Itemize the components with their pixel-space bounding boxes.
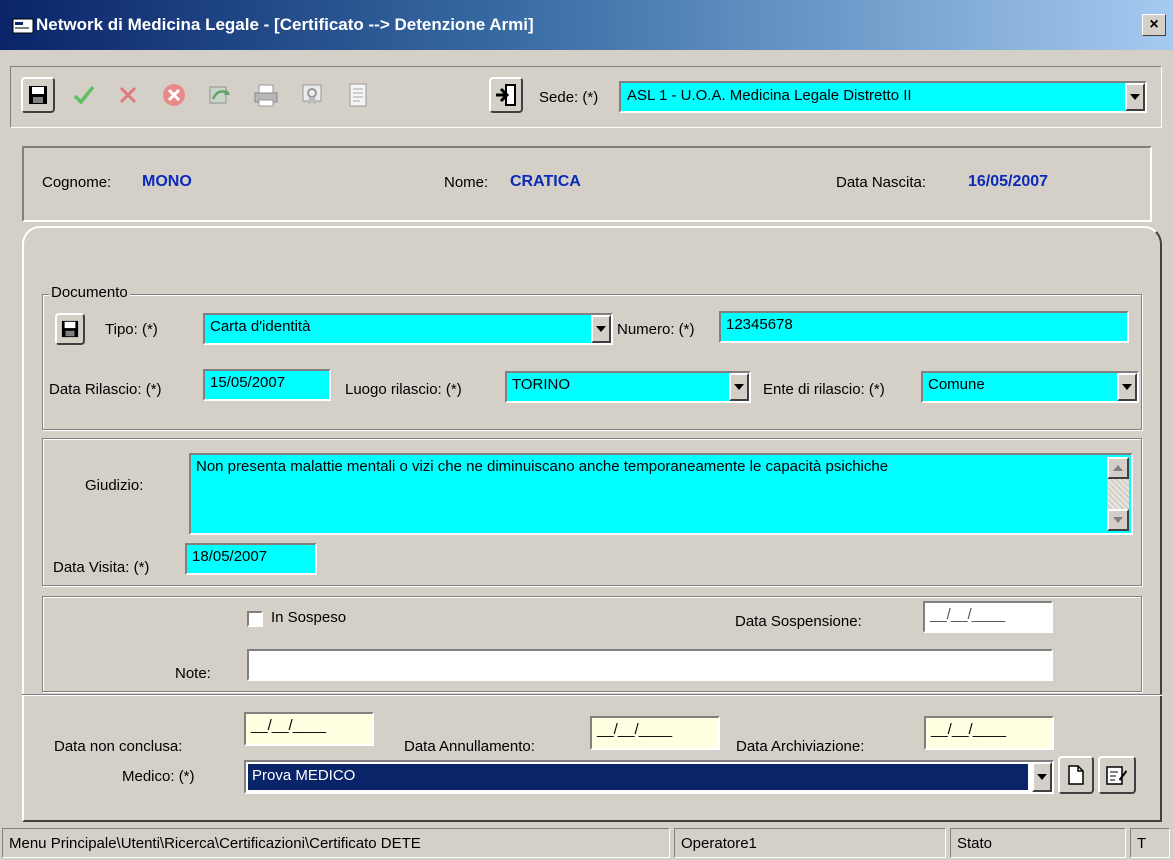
data-sospensione-input[interactable]: __/__/____ bbox=[923, 601, 1053, 633]
data-non-conclusa-label: Data non conclusa: bbox=[54, 738, 183, 755]
document-icon bbox=[349, 83, 367, 107]
data-rilascio-input[interactable]: 15/05/2007 bbox=[203, 369, 331, 401]
sede-label: Sede: (*) bbox=[539, 89, 599, 106]
chevron-down-icon bbox=[596, 326, 606, 332]
in-sospeso-label: In Sospeso bbox=[271, 609, 347, 626]
status-extra: T bbox=[1130, 828, 1170, 858]
chevron-down-icon bbox=[734, 384, 744, 390]
cognome-value: MONO bbox=[142, 173, 192, 190]
certificate-icon bbox=[302, 84, 322, 105]
scroll-up-button[interactable] bbox=[1107, 457, 1129, 479]
exit-button[interactable] bbox=[489, 77, 523, 113]
numero-label: Numero: (*) bbox=[617, 321, 695, 338]
ente-rilascio-value: Comune bbox=[928, 376, 985, 393]
data-archiviazione-input[interactable]: __/__/____ bbox=[924, 716, 1054, 750]
delete-circle-icon bbox=[163, 84, 185, 106]
cognome-label: Cognome: bbox=[42, 174, 112, 191]
luogo-rilascio-select[interactable]: TORINO bbox=[505, 371, 751, 403]
data-sospensione-label: Data Sospensione: bbox=[735, 613, 862, 630]
medico-dropdown-button[interactable] bbox=[1032, 762, 1052, 792]
cancel-x-icon bbox=[119, 86, 137, 104]
refresh-icon bbox=[209, 86, 230, 104]
data-visita-label: Data Visita: (*) bbox=[53, 559, 150, 576]
toolbar: Sede: (*) ASL 1 - U.O.A. Medicina Legale… bbox=[10, 66, 1162, 128]
data-rilascio-label: Data Rilascio: (*) bbox=[49, 381, 162, 398]
new-medico-button[interactable] bbox=[1058, 756, 1094, 794]
chevron-up-icon bbox=[1113, 465, 1123, 471]
nome-value: CRATICA bbox=[510, 173, 581, 190]
chevron-down-icon bbox=[1122, 384, 1132, 390]
data-annullamento-label: Data Annullamento: bbox=[404, 738, 535, 755]
status-bar: Menu Principale\Utenti\Ricerca\Certifica… bbox=[0, 826, 1173, 860]
medico-value: Prova MEDICO bbox=[248, 764, 1028, 790]
cancel-button[interactable] bbox=[111, 77, 145, 113]
tipo-value: Carta d'identità bbox=[210, 318, 311, 335]
save-button[interactable] bbox=[21, 77, 55, 113]
luogo-dropdown-button[interactable] bbox=[729, 373, 749, 401]
giudizio-text: Non presenta malattie mentali o vizi che… bbox=[196, 458, 889, 475]
medico-select[interactable]: Prova MEDICO bbox=[244, 760, 1054, 794]
luogo-rilascio-label: Luogo rilascio: (*) bbox=[345, 381, 462, 398]
documento-group: Documento Tipo: (*) Carta d'identità Num… bbox=[42, 284, 1142, 430]
ente-rilascio-label: Ente di rilascio: (*) bbox=[763, 381, 885, 398]
certificate-panel: Documento Tipo: (*) Carta d'identità Num… bbox=[22, 226, 1162, 822]
sospensione-group: In Sospeso Data Sospensione: __/__/____ … bbox=[42, 596, 1142, 692]
sede-dropdown-button[interactable] bbox=[1125, 83, 1145, 111]
ente-dropdown-button[interactable] bbox=[1117, 373, 1137, 401]
giudizio-textarea[interactable]: Non presenta malattie mentali o vizi che… bbox=[189, 453, 1133, 535]
numero-input[interactable]: 12345678 bbox=[719, 311, 1129, 343]
save-icon bbox=[29, 86, 47, 104]
in-sospeso-checkbox[interactable] bbox=[247, 611, 263, 627]
close-button[interactable]: × bbox=[1142, 14, 1166, 36]
nome-label: Nome: bbox=[444, 174, 489, 191]
documento-save-button[interactable] bbox=[55, 313, 85, 345]
status-operatore: Operatore1 bbox=[674, 828, 946, 858]
data-visita-input[interactable]: 18/05/2007 bbox=[185, 543, 317, 575]
title-bar: Network di Medicina Legale - [Certificat… bbox=[0, 0, 1173, 50]
note-input[interactable] bbox=[247, 649, 1053, 681]
document-button[interactable] bbox=[341, 77, 375, 113]
confirm-check-icon bbox=[73, 85, 95, 105]
window-title: Network di Medicina Legale - [Certificat… bbox=[36, 15, 534, 34]
chevron-down-icon bbox=[1130, 94, 1140, 100]
exit-door-icon bbox=[496, 84, 516, 106]
status-path: Menu Principale\Utenti\Ricerca\Certifica… bbox=[2, 828, 670, 858]
data-archiviazione-label: Data Archiviazione: bbox=[736, 738, 865, 755]
chevron-down-icon bbox=[1037, 774, 1047, 780]
medico-label: Medico: (*) bbox=[122, 768, 195, 785]
giudizio-label: Giudizio: bbox=[85, 477, 144, 494]
luogo-rilascio-value: TORINO bbox=[512, 376, 571, 393]
confirm-button[interactable] bbox=[67, 77, 101, 113]
data-nascita-value: 16/05/2007 bbox=[968, 173, 1049, 190]
edit-medico-button[interactable] bbox=[1098, 756, 1136, 794]
sede-value: ASL 1 - U.O.A. Medicina Legale Distretto… bbox=[627, 87, 912, 104]
note-label: Note: bbox=[175, 665, 211, 682]
refresh-button[interactable] bbox=[203, 77, 237, 113]
section-divider bbox=[22, 694, 1162, 696]
tipo-dropdown-button[interactable] bbox=[591, 315, 611, 343]
tipo-select[interactable]: Carta d'identità bbox=[203, 313, 613, 345]
giudizio-group: Giudizio: Non presenta malattie mentali … bbox=[42, 438, 1142, 586]
print-icon bbox=[254, 84, 278, 107]
documento-caption: Documento bbox=[49, 284, 130, 301]
scroll-down-button[interactable] bbox=[1107, 509, 1129, 531]
tipo-label: Tipo: (*) bbox=[105, 321, 158, 338]
patient-header: Cognome: MONO Nome: CRATICA Data Nascita… bbox=[22, 146, 1152, 222]
edit-document-icon bbox=[1106, 766, 1127, 785]
data-nascita-label: Data Nascita: bbox=[836, 174, 927, 191]
ente-rilascio-select[interactable]: Comune bbox=[921, 371, 1139, 403]
data-annullamento-input[interactable]: __/__/____ bbox=[590, 716, 720, 750]
app-icon bbox=[12, 18, 34, 34]
save-icon bbox=[61, 320, 79, 338]
sede-select[interactable]: ASL 1 - U.O.A. Medicina Legale Distretto… bbox=[619, 81, 1147, 113]
data-non-conclusa-input[interactable]: __/__/____ bbox=[244, 712, 374, 746]
certificate-button[interactable] bbox=[295, 77, 329, 113]
status-stato: Stato bbox=[950, 828, 1126, 858]
print-button[interactable] bbox=[249, 77, 283, 113]
new-document-icon bbox=[1068, 765, 1084, 785]
chevron-down-icon bbox=[1113, 517, 1123, 523]
delete-button[interactable] bbox=[157, 77, 191, 113]
giudizio-scrollbar[interactable] bbox=[1107, 457, 1129, 531]
